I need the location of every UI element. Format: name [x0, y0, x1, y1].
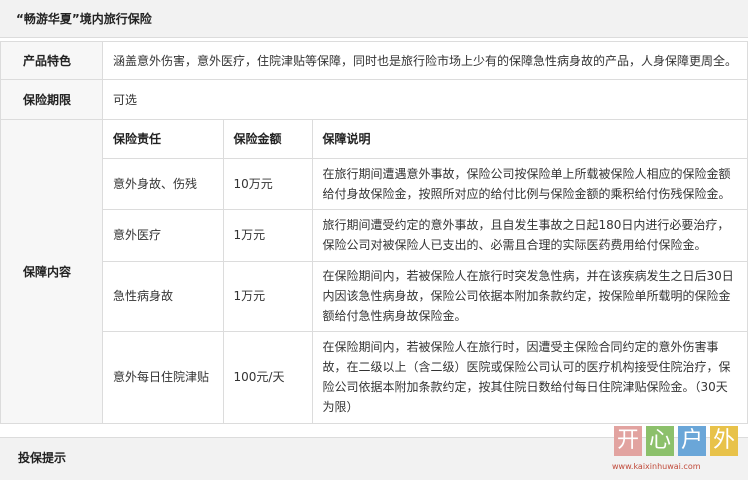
- watermark-char: 外: [710, 426, 738, 456]
- coverage-item-amount: 1万元: [223, 261, 313, 332]
- period-row: 保险期限 可选: [0, 79, 748, 120]
- watermark-url: www.kaixinhuwai.com: [612, 462, 701, 471]
- coverage-item-description: 在保险期间内，若被保险人在旅行时突发急性病，并在该疾病发生之日后30日内因该急性…: [312, 261, 747, 332]
- coverage-row: 保障内容 保险责任 保险金额 保障说明 意外身故、伤残 10万元 在旅行期间遭遇…: [0, 119, 748, 424]
- coverage-header-responsibility: 保险责任: [103, 120, 224, 159]
- table-row: 意外每日住院津贴 100元/天 在保险期间内，若被保险人在旅行时，因遭受主保险合…: [103, 331, 747, 423]
- coverage-item-amount: 100元/天: [223, 331, 313, 423]
- coverage-item-description: 在旅行期间遭遇意外事故，保险公司按保险单上所载被保险人相应的保险金额给付身故保险…: [312, 158, 747, 210]
- watermark-char: 户: [678, 426, 706, 456]
- features-label: 产品特色: [0, 41, 103, 80]
- coverage-table: 保险责任 保险金额 保障说明 意外身故、伤残 10万元 在旅行期间遭遇意外事故，…: [103, 120, 747, 423]
- coverage-item-name: 意外每日住院津贴: [103, 331, 224, 423]
- coverage-item-amount: 10万元: [223, 158, 313, 210]
- period-label: 保险期限: [0, 79, 103, 120]
- coverage-item-name: 意外身故、伤残: [103, 158, 224, 210]
- table-row: 急性病身故 1万元 在保险期间内，若被保险人在旅行时突发急性病，并在该疾病发生之…: [103, 261, 747, 332]
- watermark-logo: 开 心 户 外 www.kaixinhuwai.com: [612, 420, 746, 476]
- table-row: 意外医疗 1万元 旅行期间遭受约定的意外事故，且自发生事故之日起180日内进行必…: [103, 209, 747, 262]
- table-row: 意外身故、伤残 10万元 在旅行期间遭遇意外事故，保险公司按保险单上所载被保险人…: [103, 158, 747, 210]
- coverage-item-name: 意外医疗: [103, 209, 224, 262]
- page-title: “畅游华夏”境内旅行保险: [0, 0, 748, 38]
- coverage-label: 保障内容: [0, 119, 103, 424]
- coverage-item-description: 旅行期间遭受约定的意外事故，且自发生事故之日起180日内进行必要治疗，保险公司对…: [312, 209, 747, 262]
- watermark-char: 心: [646, 426, 674, 456]
- coverage-header-description: 保障说明: [312, 120, 747, 159]
- insurance-details-table: 产品特色 涵盖意外伤害，意外医疗，住院津贴等保障，同时也是旅行险市场上少有的保障…: [0, 41, 748, 424]
- coverage-item-description: 在保险期间内，若被保险人在旅行时，因遭受主保险合同约定的意外伤害事故，在二级以上…: [322, 340, 731, 415]
- watermark-char: 开: [614, 426, 642, 456]
- coverage-header-amount: 保险金额: [223, 120, 313, 159]
- features-row: 产品特色 涵盖意外伤害，意外医疗，住院津贴等保障，同时也是旅行险市场上少有的保障…: [0, 41, 748, 80]
- coverage-item-name: 急性病身故: [103, 261, 224, 332]
- coverage-item-amount: 1万元: [223, 209, 313, 262]
- features-value: 涵盖意外伤害，意外医疗，住院津贴等保障，同时也是旅行险市场上少有的保障急性病身故…: [102, 41, 748, 80]
- coverage-header-row: 保险责任 保险金额 保障说明: [103, 120, 747, 159]
- period-value: 可选: [102, 79, 748, 120]
